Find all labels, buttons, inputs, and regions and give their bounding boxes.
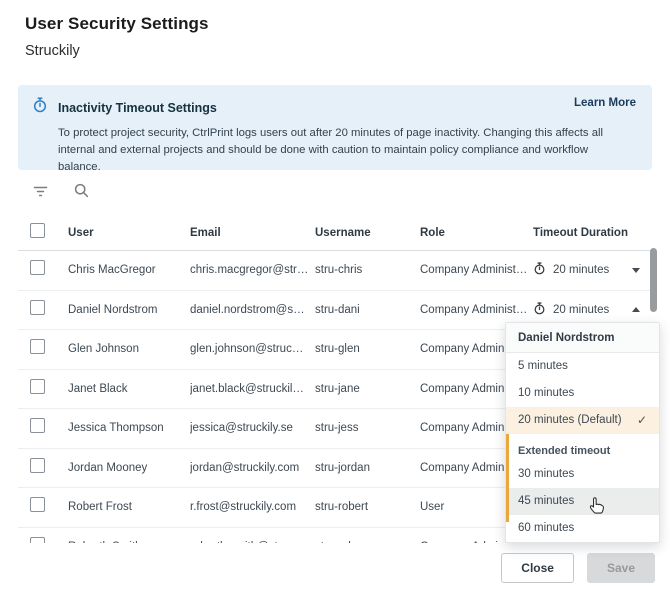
timeout-duration-dropdown[interactable]: 20 minutes bbox=[533, 262, 652, 278]
column-header-user: User bbox=[68, 226, 94, 239]
menu-item-label: 20 minutes (Default) bbox=[518, 414, 622, 426]
email-cell: roberth.smith@stru… bbox=[190, 541, 315, 543]
caret-down-icon bbox=[632, 267, 641, 273]
row-checkbox[interactable] bbox=[30, 497, 45, 513]
menu-item-60-minutes[interactable]: 60 minutes bbox=[506, 515, 659, 542]
user-name-cell: Janet Black bbox=[68, 382, 128, 395]
username-cell: stru-jess bbox=[315, 422, 359, 435]
stopwatch-icon bbox=[533, 262, 546, 278]
email-cell: chris.macgregor@str… bbox=[190, 264, 309, 277]
menu-item-10-minutes[interactable]: 10 minutes bbox=[506, 380, 659, 407]
username-cell: stru-dani bbox=[315, 303, 360, 316]
menu-item-5-minutes[interactable]: 5 minutes bbox=[506, 353, 659, 380]
page-title: User Security Settings bbox=[25, 14, 209, 33]
role-cell: Company Administ… bbox=[420, 303, 528, 316]
save-button[interactable]: Save bbox=[586, 553, 655, 583]
footer-actions: Close Save bbox=[501, 553, 655, 583]
page-header: User Security Settings Struckily bbox=[25, 14, 209, 59]
table-row: Chris MacGregor chris.macgregor@str… str… bbox=[18, 251, 652, 291]
learn-more-link[interactable]: Learn More bbox=[574, 97, 636, 109]
row-checkbox[interactable] bbox=[30, 418, 45, 434]
menu-item-30-minutes[interactable]: 30 minutes bbox=[506, 461, 659, 488]
menu-item-45-minutes[interactable]: 45 minutes bbox=[506, 488, 659, 515]
column-header-username: Username bbox=[315, 226, 371, 239]
timeout-options-menu: Daniel Nordstrom 5 minutes 10 minutes 20… bbox=[505, 322, 660, 543]
username-cell: stru-jane bbox=[315, 382, 360, 395]
column-header-email: Email bbox=[190, 226, 221, 239]
username-cell: stru-glen bbox=[315, 343, 360, 356]
table-header-row: User Email Username Role Timeout Duratio… bbox=[18, 215, 652, 251]
inactivity-timeout-banner: Inactivity Timeout Settings Learn More T… bbox=[18, 85, 652, 173]
user-name-cell: Chris MacGregor bbox=[68, 264, 156, 277]
page-subtitle: Struckily bbox=[25, 43, 80, 59]
role-cell: Company Administ… bbox=[420, 264, 528, 277]
user-name-cell: Glen Johnson bbox=[68, 343, 139, 356]
select-all-checkbox[interactable] bbox=[30, 222, 45, 238]
row-checkbox[interactable] bbox=[30, 299, 45, 315]
username-cell: stru-robert bbox=[315, 501, 369, 514]
user-name-cell: Jessica Thompson bbox=[68, 422, 164, 435]
user-name-cell: Robert Frost bbox=[68, 501, 132, 514]
column-header-timeout: Timeout Duration bbox=[533, 226, 628, 239]
filter-icon[interactable] bbox=[32, 183, 49, 199]
username-cell: stru-chris bbox=[315, 264, 363, 277]
banner-body: To protect project security, CtrlPrint l… bbox=[58, 127, 604, 174]
row-checkbox[interactable] bbox=[30, 536, 45, 543]
user-name-cell: Jordan Mooney bbox=[68, 461, 148, 474]
user-name-cell: Daniel Nordstrom bbox=[68, 303, 158, 316]
column-header-role: Role bbox=[420, 226, 445, 239]
table-toolbar bbox=[32, 182, 90, 199]
row-checkbox[interactable] bbox=[30, 457, 45, 473]
extended-timeout-warning-strip bbox=[506, 434, 509, 522]
table-scrollbar[interactable] bbox=[650, 248, 657, 312]
check-icon: ✓ bbox=[636, 413, 647, 427]
timeout-duration-dropdown[interactable]: 20 minutes bbox=[533, 302, 652, 318]
email-cell: daniel.nordstrom@s… bbox=[190, 303, 305, 316]
timeout-value: 20 minutes bbox=[553, 264, 610, 277]
row-checkbox[interactable] bbox=[30, 378, 45, 394]
menu-item-20-minutes-default[interactable]: 20 minutes (Default) ✓ bbox=[506, 407, 659, 434]
email-cell: r.frost@struckily.com bbox=[190, 501, 297, 514]
menu-section-extended-timeout: Extended timeout bbox=[518, 445, 611, 457]
caret-up-icon bbox=[632, 307, 641, 313]
close-button[interactable]: Close bbox=[501, 553, 574, 583]
email-cell: glen.johnson@struc… bbox=[190, 343, 304, 356]
search-icon[interactable] bbox=[73, 182, 90, 199]
email-cell: jessica@struckily.se bbox=[190, 422, 293, 435]
timeout-value: 20 minutes bbox=[553, 303, 610, 316]
email-cell: janet.black@struckil… bbox=[190, 382, 304, 395]
username-cell: stru-robe bbox=[315, 541, 420, 543]
stopwatch-icon bbox=[533, 302, 546, 318]
stopwatch-icon bbox=[32, 97, 48, 118]
row-checkbox[interactable] bbox=[30, 339, 45, 355]
row-checkbox[interactable] bbox=[30, 260, 45, 276]
username-cell: stru-jordan bbox=[315, 461, 370, 474]
email-cell: jordan@struckily.com bbox=[190, 461, 300, 474]
dropdown-header-username: Daniel Nordstrom bbox=[506, 323, 659, 353]
banner-title: Inactivity Timeout Settings bbox=[58, 100, 217, 115]
user-name-cell: Roberth Smith bbox=[68, 541, 190, 543]
